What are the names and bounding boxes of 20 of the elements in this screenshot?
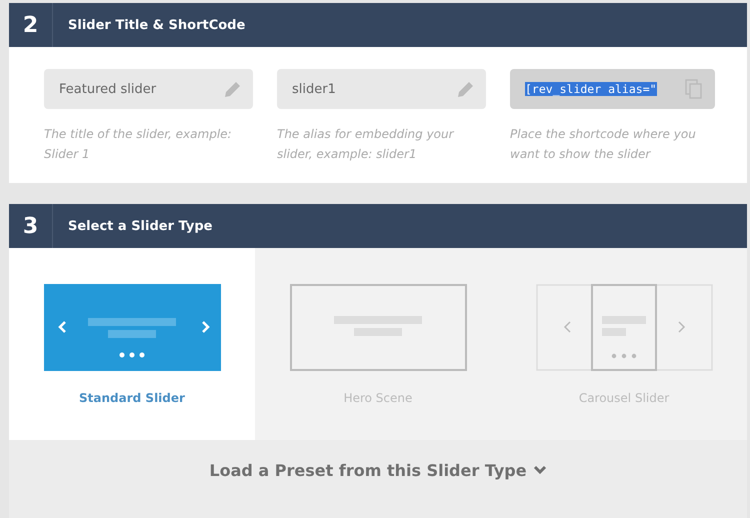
slider-type-label: Standard Slider [79,391,185,405]
input-field[interactable]: Featured slider [44,69,253,109]
selected-text: [rev_slider alias=" [525,82,657,96]
field-hint: The title of the slider, example: Slider 1 [44,126,233,163]
pencil-icon[interactable] [224,80,241,98]
field-hint: The alias for embedding your slider, example: slider1 [277,126,456,163]
field-hint: Place the shortcode where you want to show the slider [510,126,697,163]
section-title: Slider Title & ShortCode [68,18,246,32]
load-preset-button[interactable]: Load a Preset from this Slider Type [9,440,747,518]
standard-slider-thumbnail[interactable] [44,284,220,371]
field-value: slider1 [292,82,336,96]
carousel-slider-thumbnail[interactable] [536,284,712,371]
section-title: Select a Slider Type [68,218,212,234]
input-field[interactable]: slider1 [277,69,486,109]
shortcode-field[interactable]: [rev_slider alias=" [510,69,715,109]
field-value: Featured slider [59,82,156,96]
slider-type-option[interactable]: Standard Slider [9,248,255,440]
hero-scene-thumbnail[interactable] [290,284,466,371]
chevron-down-icon [532,465,547,475]
pencil-icon[interactable] [457,80,474,98]
